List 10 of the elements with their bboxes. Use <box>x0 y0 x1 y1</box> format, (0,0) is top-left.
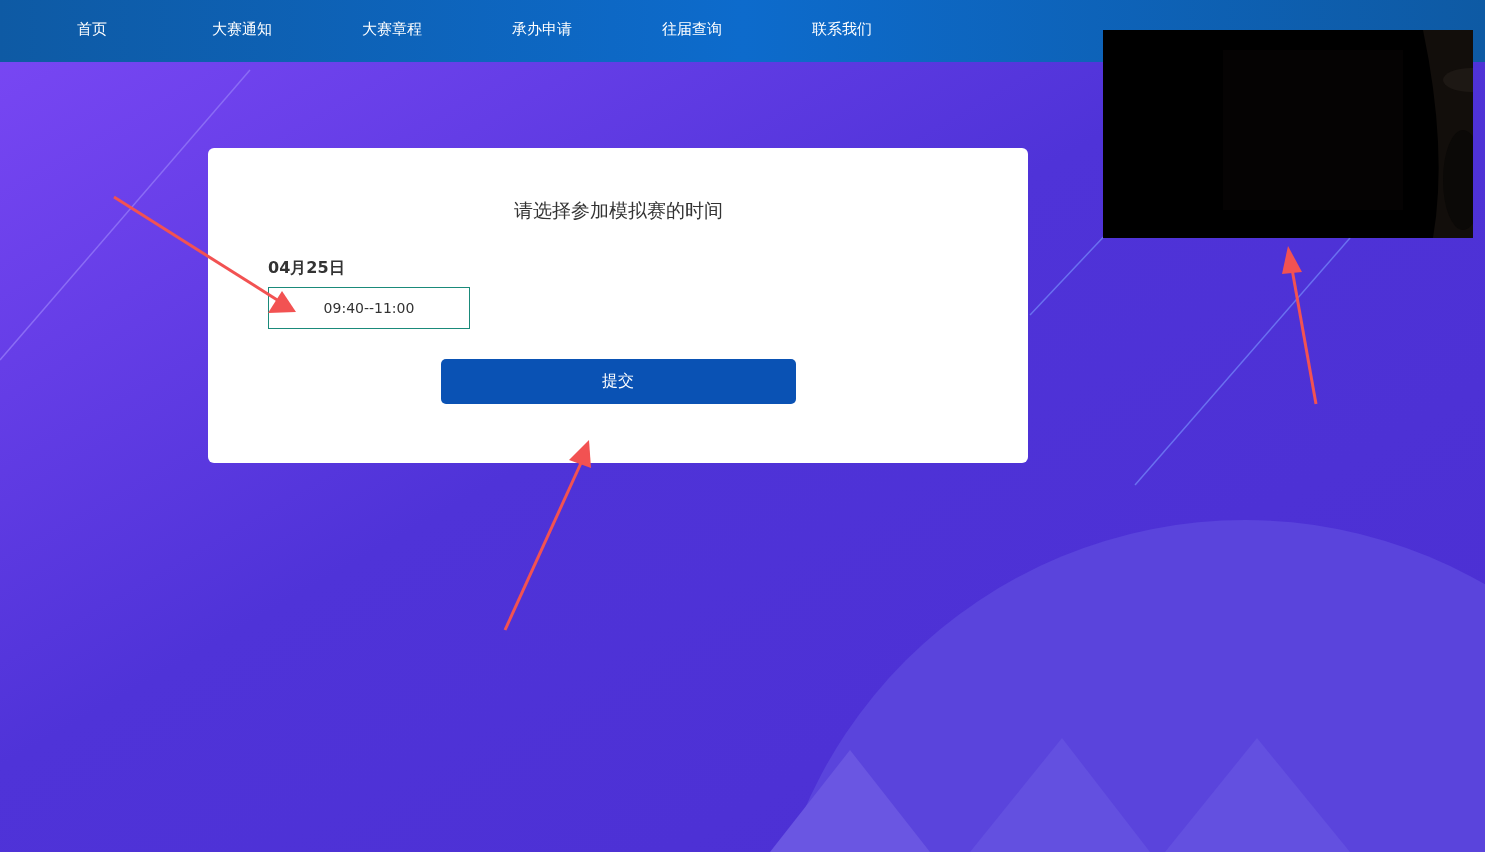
date-label: 04月25日 <box>268 258 346 279</box>
nav-link[interactable]: 联系我们 <box>767 0 917 62</box>
time-slot-option[interactable]: 09:40--11:00 <box>268 287 470 329</box>
nav-link[interactable]: 大赛章程 <box>317 0 467 62</box>
submit-button[interactable]: 提交 <box>440 359 796 404</box>
form-title: 请选择参加模拟赛的时间 <box>512 198 724 223</box>
nav-link[interactable]: 承办申请 <box>467 0 617 62</box>
nav-link[interactable]: 大赛通知 <box>167 0 317 62</box>
nav-link[interactable]: 首页 <box>17 0 167 62</box>
nav-link[interactable]: 往届查询 <box>617 0 767 62</box>
